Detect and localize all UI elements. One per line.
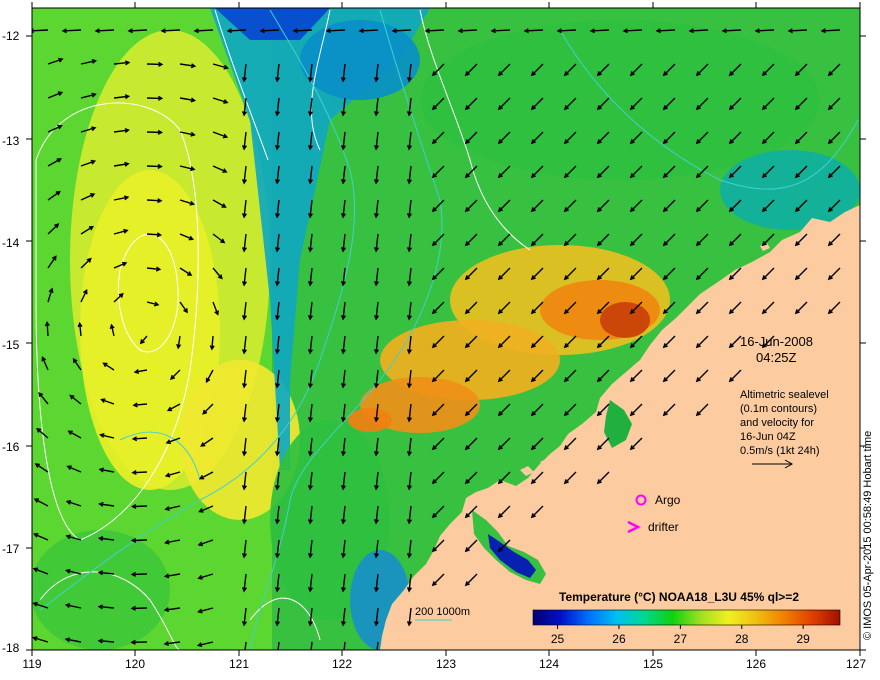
y-tick-label: -15 xyxy=(2,338,20,352)
colorbar-tick-label: 25 xyxy=(551,632,565,646)
credit-text: © IMOS 05-Apr-2015 00:58:49 Hobart time xyxy=(862,430,874,640)
temperature-patch xyxy=(348,408,392,432)
info-line: and velocity for xyxy=(740,417,814,429)
x-tick-label: 120 xyxy=(125,657,145,671)
y-tick-label: -17 xyxy=(2,542,20,556)
colorbar-tick-label: 28 xyxy=(735,632,749,646)
colorbar-gradient xyxy=(532,609,841,626)
x-tick-label: 121 xyxy=(229,657,249,671)
bathymetry-label: 200 1000m xyxy=(415,606,470,618)
x-tick-label: 126 xyxy=(746,657,766,671)
x-tick-label: 122 xyxy=(332,657,352,671)
colorbar-tick-label: 29 xyxy=(796,632,810,646)
temperature-patch xyxy=(300,20,420,100)
x-axis-labels: 119 120 121 122 123 124 125 126 127 xyxy=(22,657,866,671)
x-tick-label: 119 xyxy=(22,657,41,671)
info-line: (0.1m contours) xyxy=(740,403,817,415)
temperature-patch xyxy=(32,530,170,650)
temperature-patch xyxy=(600,302,650,338)
y-tick-label: -14 xyxy=(2,236,20,250)
date-label: 16-Jun-2008 xyxy=(740,334,813,349)
bathymetry-legend: 200 1000m xyxy=(415,606,470,621)
y-tick-label: -16 xyxy=(2,440,20,454)
map-plot-area xyxy=(32,8,860,650)
y-axis-labels: -12 -13 -14 -15 -16 -17 -18 xyxy=(2,29,20,655)
info-line: 16-Jun 04Z xyxy=(740,431,796,443)
colorbar-title: Temperature (°C) NOAA18_L3U 45% ql>=2 xyxy=(559,590,799,604)
sea-surface-temperature-map: 119 120 121 122 123 124 125 126 127 -12 … xyxy=(2,2,866,671)
info-line: 0.5m/s (1kt 24h) xyxy=(740,445,819,457)
y-tick-label: -18 xyxy=(2,641,20,655)
colorbar-tick-label: 27 xyxy=(674,632,688,646)
info-line: Altimetric sealevel xyxy=(740,389,829,401)
time-label: 04:25Z xyxy=(756,350,797,365)
drifter-label: drifter xyxy=(648,520,679,534)
x-tick-label: 125 xyxy=(643,657,663,671)
y-tick-label: -12 xyxy=(2,29,20,43)
x-tick-label: 124 xyxy=(539,657,559,671)
colorbar-tick-label: 26 xyxy=(612,632,626,646)
argo-label: Argo xyxy=(655,493,681,507)
x-tick-label: 127 xyxy=(846,657,866,671)
x-tick-label: 123 xyxy=(436,657,456,671)
y-tick-label: -13 xyxy=(2,134,20,148)
